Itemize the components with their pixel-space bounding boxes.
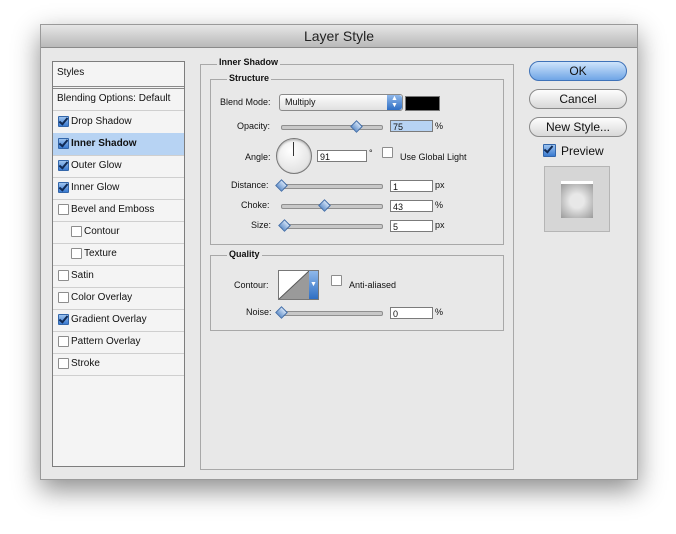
noise-label: Noise: [246, 307, 272, 317]
contour-picker[interactable]: ▼ [278, 270, 319, 300]
angle-needle [293, 142, 294, 156]
drop-shadow-checkbox[interactable] [58, 116, 69, 127]
color-overlay-checkbox[interactable] [58, 292, 69, 303]
sidebar-item-styles[interactable]: Styles [53, 62, 184, 89]
sidebar-item-color-overlay[interactable]: Color Overlay [53, 287, 184, 310]
choke-label: Choke: [241, 200, 270, 210]
chevron-down-icon: ▼ [309, 271, 318, 299]
choke-unit: % [435, 200, 444, 210]
blend-mode-label: Blend Mode: [220, 97, 271, 107]
angle-dial[interactable] [276, 138, 312, 174]
size-unit: px [435, 220, 445, 230]
anti-aliased-label: Anti-aliased [349, 280, 397, 290]
texture-checkbox[interactable] [71, 248, 82, 259]
contour-linear-icon [279, 271, 309, 299]
sidebar-item-blending-options[interactable]: Blending Options: Default [53, 88, 184, 111]
opacity-unit: % [435, 121, 444, 131]
sidebar-item-label: Blending Options: Default [57, 93, 171, 104]
sidebar-item-label: Texture [84, 248, 117, 259]
blend-mode-value: Multiply [285, 97, 316, 107]
distance-label: Distance: [231, 180, 269, 190]
size-label: Size: [251, 220, 272, 230]
preview-thumbnail [544, 166, 610, 232]
sidebar-item-label: Contour [84, 226, 120, 237]
bevel-and-emboss-checkbox[interactable] [58, 204, 69, 215]
quality-group [210, 255, 504, 331]
angle-unit: ° [369, 148, 373, 158]
inner-shadow-checkbox[interactable] [58, 138, 69, 149]
structure-title: Structure [227, 73, 272, 83]
sidebar-item-drop-shadow[interactable]: Drop Shadow [53, 111, 184, 134]
choke-input[interactable]: 43 [390, 200, 433, 212]
sidebar-item-bevel-and-emboss[interactable]: Bevel and Emboss [53, 199, 184, 222]
opacity-slider-track[interactable] [281, 125, 383, 130]
distance-slider-track[interactable] [281, 184, 383, 189]
ok-button[interactable]: OK [529, 61, 627, 81]
sidebar-item-label: Outer Glow [71, 160, 122, 171]
cancel-button[interactable]: Cancel [529, 89, 627, 109]
sidebar-item-label: Inner Glow [71, 182, 120, 193]
size-slider-track[interactable] [281, 224, 383, 229]
sidebar-item-label: Styles [57, 67, 85, 78]
noise-input[interactable]: 0 [390, 307, 433, 319]
distance-unit: px [435, 180, 445, 190]
satin-checkbox[interactable] [58, 270, 69, 281]
sidebar-item-outer-glow[interactable]: Outer Glow [53, 155, 184, 178]
sidebar-item-texture[interactable]: Texture [53, 243, 184, 266]
sidebar-item-label: Color Overlay [71, 292, 133, 303]
layer-style-dialog: Layer Style Styles Blending Options: Def… [40, 24, 638, 480]
quality-title: Quality [227, 249, 262, 259]
distance-input[interactable]: 1 [390, 180, 433, 192]
select-arrows-icon: ▲ ▼ [387, 95, 402, 110]
use-global-light-label: Use Global Light [400, 152, 467, 162]
sidebar-item-label: Pattern Overlay [71, 336, 141, 347]
styles-list: Styles Blending Options: Default Drop Sh… [52, 61, 185, 467]
pattern-overlay-checkbox[interactable] [58, 336, 69, 347]
noise-slider-track[interactable] [281, 311, 383, 316]
noise-unit: % [435, 307, 444, 317]
sidebar-item-inner-shadow[interactable]: Inner Shadow [53, 133, 184, 156]
gradient-overlay-checkbox[interactable] [58, 314, 69, 325]
sidebar-item-stroke[interactable]: Stroke [53, 353, 184, 376]
angle-input[interactable]: 91 [317, 150, 367, 162]
stroke-checkbox[interactable] [58, 358, 69, 369]
inner-glow-checkbox[interactable] [58, 182, 69, 193]
sidebar-item-contour[interactable]: Contour [53, 221, 184, 244]
title-bar[interactable]: Layer Style [41, 25, 637, 48]
angle-label: Angle: [245, 152, 271, 162]
choke-slider-track[interactable] [281, 204, 383, 209]
sidebar-item-label: Inner Shadow [71, 138, 137, 149]
sidebar-item-label: Satin [71, 270, 94, 281]
preview-swatch [561, 181, 593, 218]
sidebar-item-label: Gradient Overlay [71, 314, 147, 325]
sidebar-item-gradient-overlay[interactable]: Gradient Overlay [53, 309, 184, 332]
sidebar-item-satin[interactable]: Satin [53, 265, 184, 288]
panel-title: Inner Shadow [217, 57, 281, 67]
contour-label: Contour: [234, 280, 269, 290]
preview-label: Preview [561, 144, 604, 158]
opacity-input[interactable]: 75 [390, 120, 433, 132]
preview-checkbox[interactable] [543, 144, 556, 157]
sidebar-item-label: Drop Shadow [71, 116, 132, 127]
sidebar-item-label: Stroke [71, 358, 100, 369]
use-global-light-checkbox[interactable] [382, 147, 393, 158]
sidebar-item-label: Bevel and Emboss [71, 204, 155, 215]
opacity-label: Opacity: [237, 121, 271, 131]
size-input[interactable]: 5 [390, 220, 433, 232]
sidebar-item-pattern-overlay[interactable]: Pattern Overlay [53, 331, 184, 354]
shadow-color-swatch[interactable] [405, 96, 440, 111]
contour-checkbox[interactable] [71, 226, 82, 237]
new-style-button[interactable]: New Style... [529, 117, 627, 137]
anti-aliased-checkbox[interactable] [331, 275, 342, 286]
sidebar-item-inner-glow[interactable]: Inner Glow [53, 177, 184, 200]
outer-glow-checkbox[interactable] [58, 160, 69, 171]
window-title: Layer Style [303, 28, 375, 44]
blend-mode-select[interactable]: Multiply ▲ ▼ [279, 94, 403, 111]
